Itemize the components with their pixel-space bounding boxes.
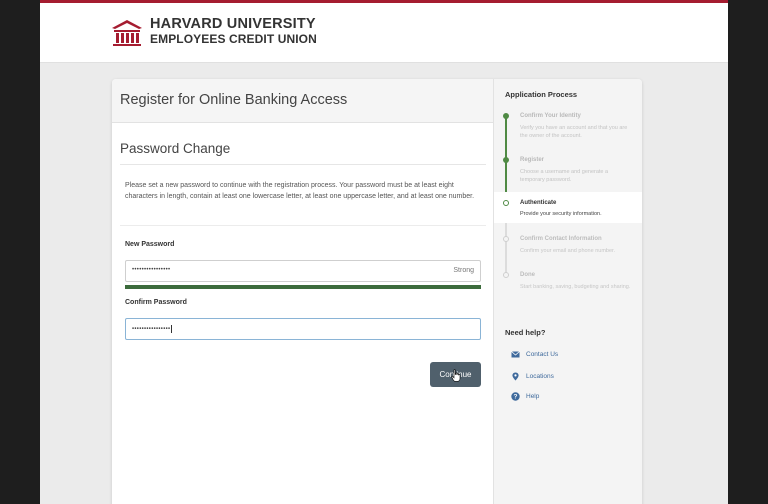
step-register: Register Choose a username and generate …	[494, 151, 642, 191]
step-authenticate: Authenticate Provide your security infor…	[494, 192, 642, 223]
divider	[120, 225, 486, 226]
password-strength-text: Strong	[453, 267, 474, 274]
page-title-bar: Register for Online Banking Access	[112, 79, 493, 123]
step-title: Confirm Contact Information	[520, 236, 602, 242]
step-description: Verify you have an account and that you …	[520, 125, 628, 139]
step-description: Start banking, saving, budgeting and sha…	[520, 284, 631, 290]
registration-card: Register for Online Banking Access Passw…	[112, 79, 642, 504]
confirm-password-label: Confirm Password	[125, 299, 187, 306]
divider	[120, 164, 486, 165]
step-current-icon	[503, 200, 509, 206]
confirm-password-value: ••••••••••••••••	[132, 326, 171, 333]
question-icon: ?	[511, 392, 520, 401]
text-caret	[171, 325, 173, 333]
step-title: Register	[520, 157, 545, 163]
site-header: HARVARD UNIVERSITY EMPLOYEES CREDIT UNIO…	[40, 3, 728, 63]
step-pending-icon	[503, 236, 509, 242]
step-description: Confirm your email and phone number.	[520, 248, 616, 254]
step-description: Provide your security information.	[520, 211, 602, 217]
locations-link[interactable]: Locations	[511, 372, 554, 381]
step-confirm-contact: Confirm Contact Information Confirm your…	[494, 230, 642, 264]
new-password-value: ••••••••••••••••	[132, 267, 171, 273]
browser-page: HARVARD UNIVERSITY EMPLOYEES CREDIT UNIO…	[40, 0, 728, 504]
contact-us-label: Contact Us	[526, 351, 559, 358]
section-title: Password Change	[120, 141, 231, 156]
harvard-building-icon	[112, 20, 142, 46]
step-title: Authenticate	[520, 200, 557, 206]
map-pin-icon	[512, 372, 519, 381]
sidebar-title: Application Process	[505, 90, 578, 99]
help-link[interactable]: ? Help	[511, 392, 539, 401]
help-label: Help	[526, 393, 540, 400]
new-password-field[interactable]: •••••••••••••••• Strong	[125, 260, 481, 282]
main-panel: Register for Online Banking Access Passw…	[112, 79, 493, 504]
step-complete-icon	[503, 113, 509, 119]
confirm-password-field[interactable]: ••••••••••••••••	[125, 318, 481, 340]
step-title: Done	[520, 272, 535, 278]
need-help-title: Need help?	[505, 328, 546, 337]
step-pending-icon	[503, 272, 509, 278]
step-description: Choose a username and generate a tempora…	[520, 169, 609, 183]
page-title: Register for Online Banking Access	[120, 92, 348, 108]
password-strength-bar	[125, 285, 481, 289]
envelope-icon	[511, 351, 520, 358]
step-title: Confirm Your Identity	[520, 113, 581, 119]
step-confirm-identity: Confirm Your Identity Verify you have an…	[494, 107, 642, 147]
hand-pointer-icon	[451, 369, 461, 382]
password-instructions: Please set a new password to continue wi…	[125, 182, 475, 200]
brand-subname: EMPLOYEES CREDIT UNION	[150, 32, 317, 46]
brand-logo[interactable]: HARVARD UNIVERSITY EMPLOYEES CREDIT UNIO…	[110, 17, 317, 47]
svg-text:?: ?	[514, 394, 518, 401]
new-password-label: New Password	[125, 241, 175, 248]
step-complete-icon	[503, 157, 509, 163]
step-done: Done Start banking, saving, budgeting an…	[494, 266, 642, 302]
locations-label: Locations	[526, 373, 554, 380]
contact-us-link[interactable]: Contact Us	[511, 351, 558, 358]
brand-name: HARVARD UNIVERSITY	[150, 16, 316, 32]
application-process-sidebar: Application Process Confirm Your Identit…	[493, 79, 642, 504]
